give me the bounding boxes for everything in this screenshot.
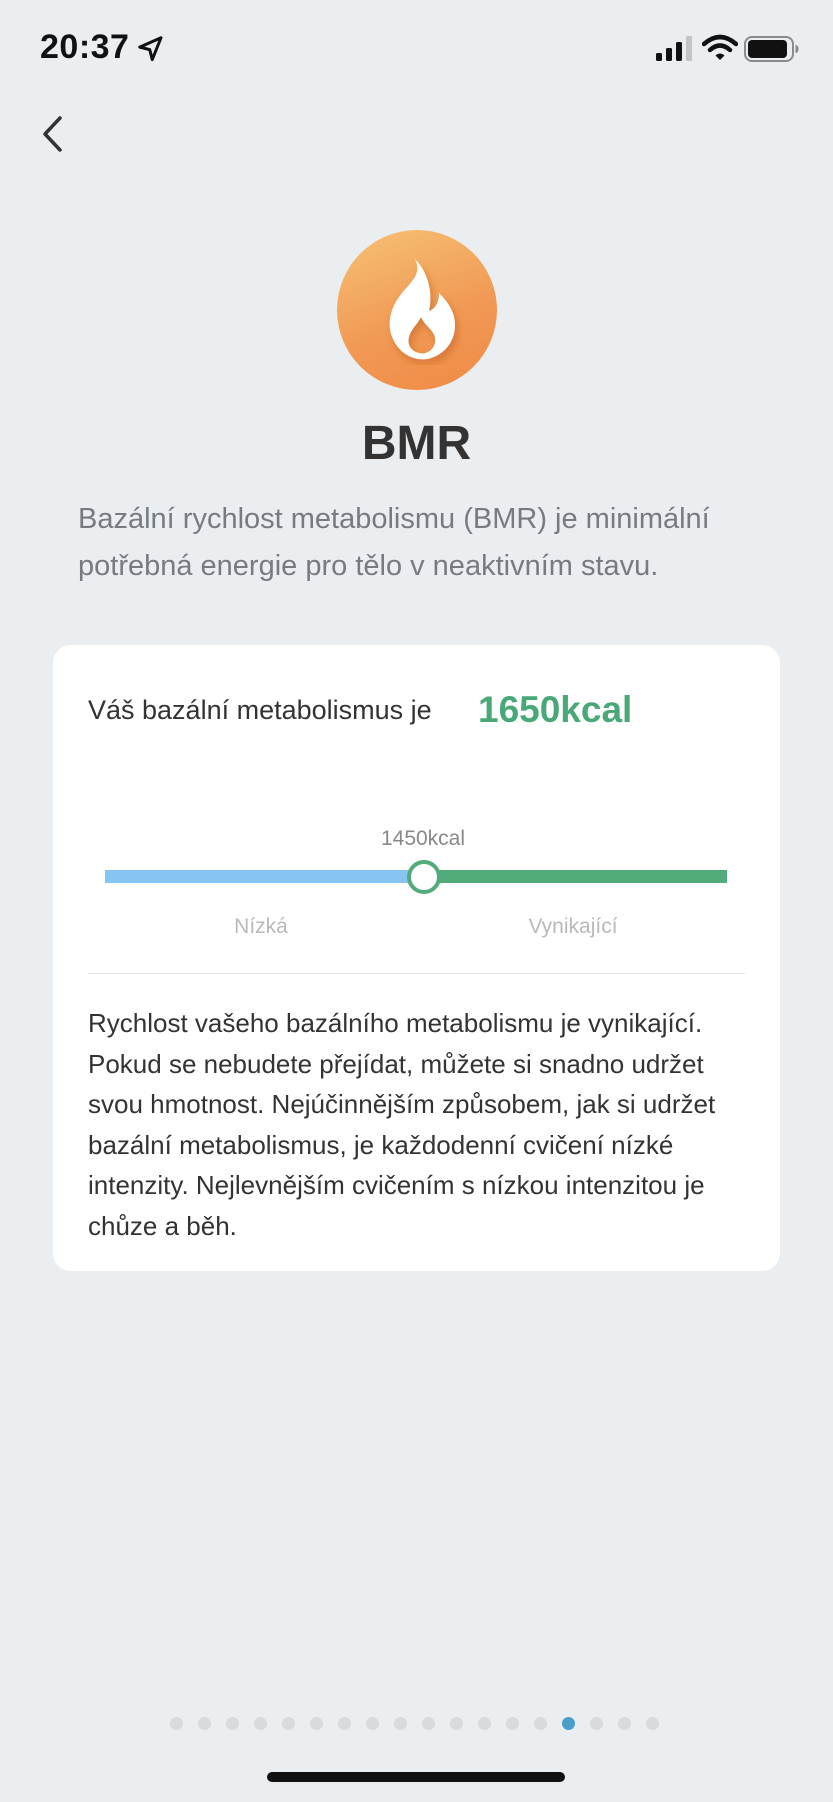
bmr-scale: 1450kcal Nízká Vynikající xyxy=(105,825,727,938)
status-time: 20:37 xyxy=(40,28,130,66)
page-dot[interactable] xyxy=(366,1717,379,1730)
page-dot[interactable] xyxy=(198,1717,211,1730)
page-dot[interactable] xyxy=(646,1717,659,1730)
scale-marker xyxy=(407,860,441,894)
wifi-icon xyxy=(702,34,738,60)
battery-icon xyxy=(744,36,799,62)
cellular-signal-icon xyxy=(656,36,692,61)
page-dot[interactable] xyxy=(618,1717,631,1730)
flame-icon xyxy=(389,259,455,360)
page-dot[interactable] xyxy=(534,1717,547,1730)
page-dot[interactable] xyxy=(338,1717,351,1730)
page-dot[interactable] xyxy=(506,1717,519,1730)
page-dot[interactable] xyxy=(282,1717,295,1730)
scale-label-high: Vynikající xyxy=(528,915,618,938)
page-dot[interactable] xyxy=(310,1717,323,1730)
bmr-value: 1650kcal xyxy=(478,689,633,730)
page-dot-active[interactable] xyxy=(562,1717,575,1730)
scale-label-low: Nízká xyxy=(234,915,288,938)
flame-badge xyxy=(337,230,497,390)
page-dot[interactable] xyxy=(450,1717,463,1730)
status-bar: 20:37 xyxy=(0,0,833,100)
scale-threshold-label: 1450kcal xyxy=(380,827,466,850)
page-dot[interactable] xyxy=(478,1717,491,1730)
back-button[interactable] xyxy=(22,104,82,164)
page-dot[interactable] xyxy=(590,1717,603,1730)
scale-track-low xyxy=(105,870,423,883)
page-description: Bazální rychlost metabolismu (BMR) je mi… xyxy=(78,503,710,582)
divider xyxy=(88,973,745,974)
page-dot[interactable] xyxy=(394,1717,407,1730)
page-dot[interactable] xyxy=(254,1717,267,1730)
scale-track-high xyxy=(423,870,727,883)
page-dot[interactable] xyxy=(226,1717,239,1730)
chevron-left-icon xyxy=(43,116,62,152)
bmr-card: Váš bazální metabolismus je 1650kcal 145… xyxy=(53,645,780,1271)
page-dot[interactable] xyxy=(422,1717,435,1730)
page-indicator xyxy=(170,1717,659,1731)
page-title: BMR xyxy=(361,417,472,470)
home-indicator[interactable] xyxy=(267,1772,565,1782)
location-arrow-icon xyxy=(138,36,163,62)
bmr-explanation: Rychlost vašeho bazálního metabolismu je… xyxy=(88,1008,716,1241)
page-dot[interactable] xyxy=(170,1717,183,1730)
bmr-label: Váš bazální metabolismus je xyxy=(88,695,432,725)
